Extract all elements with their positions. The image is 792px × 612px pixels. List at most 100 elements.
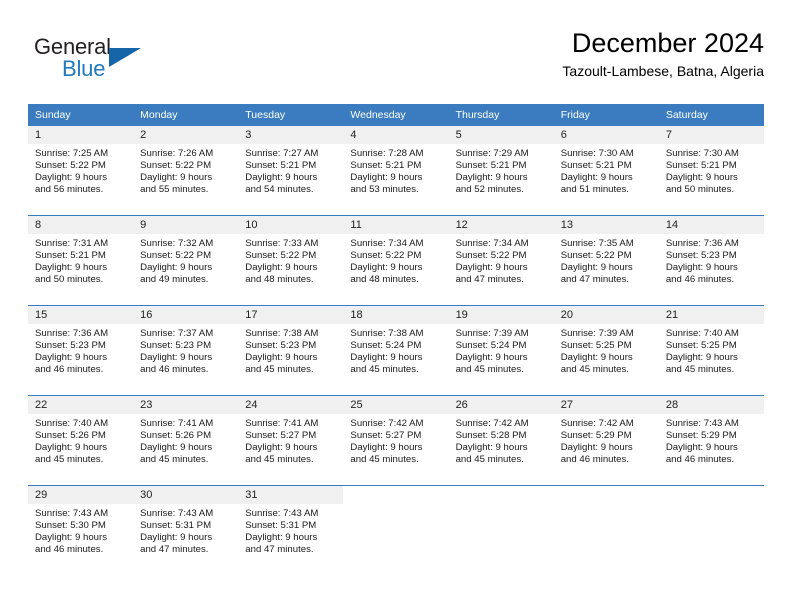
- sunset-time: Sunset: 5:22 PM: [560, 250, 632, 262]
- sunset-time: Sunset: 5:31 PM: [140, 520, 212, 532]
- day-details: [449, 504, 554, 508]
- daylight-line-2: and 52 minutes.: [455, 184, 524, 196]
- calendar-day-cell[interactable]: 24 Sunrise: 7:41 AM Sunset: 5:27 PM Dayligh…: [238, 395, 344, 486]
- calendar-day-cell[interactable]: 11 Sunrise: 7:34 AM Sunset: 5:22 PM Dayligh…: [343, 215, 449, 306]
- calendar-day-cell[interactable]: 21 Sunrise: 7:40 AM Sunset: 5:25 PM Dayligh…: [658, 305, 764, 396]
- day-details: Sunrise: 7:40 AM Sunset: 5:26 PM Daylight:…: [28, 414, 133, 466]
- day-number: 12: [448, 216, 554, 234]
- day-details: Sunrise: 7:43 AM Sunset: 5:29 PM Daylight:…: [659, 414, 764, 466]
- calendar-week-row: 8 Sunrise: 7:31 AM Sunset: 5:21 PM Daylight…: [28, 215, 764, 306]
- sunset-time: Sunset: 5:24 PM: [455, 340, 527, 352]
- day-details: Sunrise: 7:28 AM Sunset: 5:21 PM Daylight:…: [343, 144, 448, 196]
- day-cell-inner: 6 Sunrise: 7:30 AM Sunset: 5:21 PM Daylight…: [553, 126, 659, 215]
- daylight-line-2: and 46 minutes.: [140, 364, 209, 376]
- sunrise-time: Sunrise: 7:43 AM: [245, 508, 319, 519]
- calendar-day-cell[interactable]: 26 Sunrise: 7:42 AM Sunset: 5:28 PM Dayligh…: [448, 395, 554, 486]
- daylight-line-1: Daylight: 9 hours: [35, 172, 107, 184]
- calendar-day-cell[interactable]: 28 Sunrise: 7:43 AM Sunset: 5:29 PM Dayligh…: [658, 395, 764, 486]
- calendar-day-cell[interactable]: 1 Sunrise: 7:25 AM Sunset: 5:22 PM Daylight…: [28, 126, 134, 216]
- daylight-line-1: Daylight: 9 hours: [455, 352, 528, 364]
- day-cell-inner: 3 Sunrise: 7:27 AM Sunset: 5:21 PM Daylight…: [238, 126, 344, 215]
- sunrise-time: Sunrise: 7:42 AM: [560, 418, 634, 429]
- daylight-line-1: Daylight: 9 hours: [455, 262, 528, 274]
- sunrise-time: Sunrise: 7:40 AM: [35, 418, 109, 429]
- day-details: Sunrise: 7:34 AM Sunset: 5:22 PM Daylight:…: [343, 234, 448, 286]
- daylight-line-2: and 50 minutes.: [35, 274, 104, 286]
- day-number: [554, 486, 659, 504]
- sunset-time: Sunset: 5:23 PM: [35, 340, 106, 352]
- daylight-line-2: and 45 minutes.: [245, 454, 314, 466]
- day-cell-inner: 29 Sunrise: 7:43 AM Sunset: 5:30 PM Dayligh…: [28, 486, 134, 575]
- calendar-day-cell[interactable]: 12 Sunrise: 7:34 AM Sunset: 5:22 PM Dayligh…: [448, 215, 554, 306]
- daylight-line-1: Daylight: 9 hours: [35, 532, 107, 544]
- daylight-line-1: Daylight: 9 hours: [350, 352, 423, 364]
- day-number: [449, 486, 554, 504]
- calendar-day-cell[interactable]: 19 Sunrise: 7:39 AM Sunset: 5:24 PM Dayligh…: [448, 305, 554, 396]
- calendar-day-cell[interactable]: 20 Sunrise: 7:39 AM Sunset: 5:25 PM Dayligh…: [553, 305, 659, 396]
- calendar-day-cell[interactable]: 27 Sunrise: 7:42 AM Sunset: 5:29 PM Dayligh…: [553, 395, 659, 486]
- day-cell-inner: 24 Sunrise: 7:41 AM Sunset: 5:27 PM Dayligh…: [238, 396, 344, 485]
- sunset-time: Sunset: 5:21 PM: [560, 160, 632, 172]
- calendar-day-cell[interactable]: 3 Sunrise: 7:27 AM Sunset: 5:21 PM Daylight…: [238, 126, 344, 216]
- sunset-time: Sunset: 5:22 PM: [35, 160, 106, 172]
- calendar-day-cell[interactable]: 14 Sunrise: 7:36 AM Sunset: 5:23 PM Dayligh…: [658, 215, 764, 306]
- sunset-time: Sunset: 5:25 PM: [665, 340, 737, 352]
- day-cell-inner: 10 Sunrise: 7:33 AM Sunset: 5:22 PM Dayligh…: [238, 216, 344, 305]
- day-details: Sunrise: 7:43 AM Sunset: 5:31 PM Daylight:…: [238, 504, 343, 556]
- sunrise-time: Sunrise: 7:43 AM: [35, 508, 109, 519]
- calendar-day-cell[interactable]: 22 Sunrise: 7:40 AM Sunset: 5:26 PM Dayligh…: [28, 395, 134, 486]
- day-cell-inner: 11 Sunrise: 7:34 AM Sunset: 5:22 PM Dayligh…: [343, 216, 449, 305]
- day-number: 25: [343, 396, 449, 414]
- day-details: Sunrise: 7:26 AM Sunset: 5:22 PM Daylight:…: [133, 144, 238, 196]
- calendar-day-cell[interactable]: 31 Sunrise: 7:43 AM Sunset: 5:31 PM Dayligh…: [238, 485, 344, 575]
- calendar-day-cell[interactable]: 17 Sunrise: 7:38 AM Sunset: 5:23 PM Dayligh…: [238, 305, 344, 396]
- day-number: 16: [133, 306, 239, 324]
- day-cell-inner: 15 Sunrise: 7:36 AM Sunset: 5:23 PM Dayligh…: [28, 306, 134, 395]
- daylight-line-2: and 45 minutes.: [350, 364, 419, 376]
- sunrise-time: Sunrise: 7:38 AM: [350, 328, 424, 339]
- general-blue-logo[interactable]: General Blue: [34, 34, 154, 90]
- day-details: Sunrise: 7:30 AM Sunset: 5:21 PM Daylight:…: [554, 144, 659, 196]
- daylight-line-1: Daylight: 9 hours: [455, 172, 528, 184]
- sunset-time: Sunset: 5:21 PM: [245, 160, 317, 172]
- sunset-time: Sunset: 5:24 PM: [350, 340, 422, 352]
- calendar-day-cell[interactable]: 15 Sunrise: 7:36 AM Sunset: 5:23 PM Dayligh…: [28, 305, 134, 396]
- calendar-day-cell[interactable]: 9 Sunrise: 7:32 AM Sunset: 5:22 PM Daylight…: [133, 215, 239, 306]
- daylight-line-2: and 46 minutes.: [560, 454, 629, 466]
- page-subtitle: Tazoult-Lambese, Batna, Algeria: [562, 63, 764, 79]
- calendar-day-cell[interactable]: 30 Sunrise: 7:43 AM Sunset: 5:31 PM Dayligh…: [133, 485, 239, 575]
- day-details: Sunrise: 7:35 AM Sunset: 5:22 PM Daylight:…: [554, 234, 659, 286]
- calendar-day-cell[interactable]: 6 Sunrise: 7:30 AM Sunset: 5:21 PM Daylight…: [553, 126, 659, 216]
- sunset-time: Sunset: 5:22 PM: [140, 160, 212, 172]
- calendar-day-cell[interactable]: 16 Sunrise: 7:37 AM Sunset: 5:23 PM Dayligh…: [133, 305, 239, 396]
- daylight-line-1: Daylight: 9 hours: [245, 532, 318, 544]
- daylight-line-2: and 49 minutes.: [140, 274, 209, 286]
- day-details: Sunrise: 7:39 AM Sunset: 5:24 PM Daylight:…: [449, 324, 554, 376]
- calendar-day-cell[interactable]: 4 Sunrise: 7:28 AM Sunset: 5:21 PM Daylight…: [343, 126, 449, 216]
- day-number: 24: [238, 396, 344, 414]
- day-number: [343, 486, 448, 504]
- sunrise-time: Sunrise: 7:40 AM: [665, 328, 739, 339]
- day-number: 11: [343, 216, 449, 234]
- day-number: 2: [133, 126, 239, 144]
- day-details: Sunrise: 7:27 AM Sunset: 5:21 PM Daylight:…: [238, 144, 343, 196]
- day-details: Sunrise: 7:33 AM Sunset: 5:22 PM Daylight:…: [238, 234, 343, 286]
- daylight-line-2: and 51 minutes.: [560, 184, 629, 196]
- calendar-day-cell[interactable]: 2 Sunrise: 7:26 AM Sunset: 5:22 PM Daylight…: [133, 126, 239, 216]
- sunrise-time: Sunrise: 7:28 AM: [350, 148, 424, 159]
- day-cell-inner: 25 Sunrise: 7:42 AM Sunset: 5:27 PM Dayligh…: [343, 396, 449, 485]
- day-number: 19: [448, 306, 554, 324]
- day-cell-inner: 12 Sunrise: 7:34 AM Sunset: 5:22 PM Dayligh…: [448, 216, 554, 305]
- calendar-day-cell[interactable]: 18 Sunrise: 7:38 AM Sunset: 5:24 PM Dayligh…: [343, 305, 449, 396]
- calendar-day-cell[interactable]: 7 Sunrise: 7:30 AM Sunset: 5:21 PM Daylight…: [658, 126, 764, 216]
- calendar-day-cell[interactable]: 10 Sunrise: 7:33 AM Sunset: 5:22 PM Dayligh…: [238, 215, 344, 306]
- calendar-day-cell[interactable]: 23 Sunrise: 7:41 AM Sunset: 5:26 PM Dayligh…: [133, 395, 239, 486]
- calendar-day-cell[interactable]: 29 Sunrise: 7:43 AM Sunset: 5:30 PM Dayligh…: [28, 485, 134, 575]
- calendar-day-cell[interactable]: 25 Sunrise: 7:42 AM Sunset: 5:27 PM Dayligh…: [343, 395, 449, 486]
- calendar-day-cell[interactable]: 8 Sunrise: 7:31 AM Sunset: 5:21 PM Daylight…: [28, 215, 134, 306]
- calendar-day-cell[interactable]: 5 Sunrise: 7:29 AM Sunset: 5:21 PM Daylight…: [448, 126, 554, 216]
- calendar-page: General Blue December 2024 Tazoult-Lambe…: [0, 0, 792, 612]
- day-details: Sunrise: 7:43 AM Sunset: 5:31 PM Daylight:…: [133, 504, 238, 556]
- calendar-day-cell[interactable]: 13 Sunrise: 7:35 AM Sunset: 5:22 PM Dayligh…: [553, 215, 659, 306]
- daylight-line-1: Daylight: 9 hours: [560, 262, 633, 274]
